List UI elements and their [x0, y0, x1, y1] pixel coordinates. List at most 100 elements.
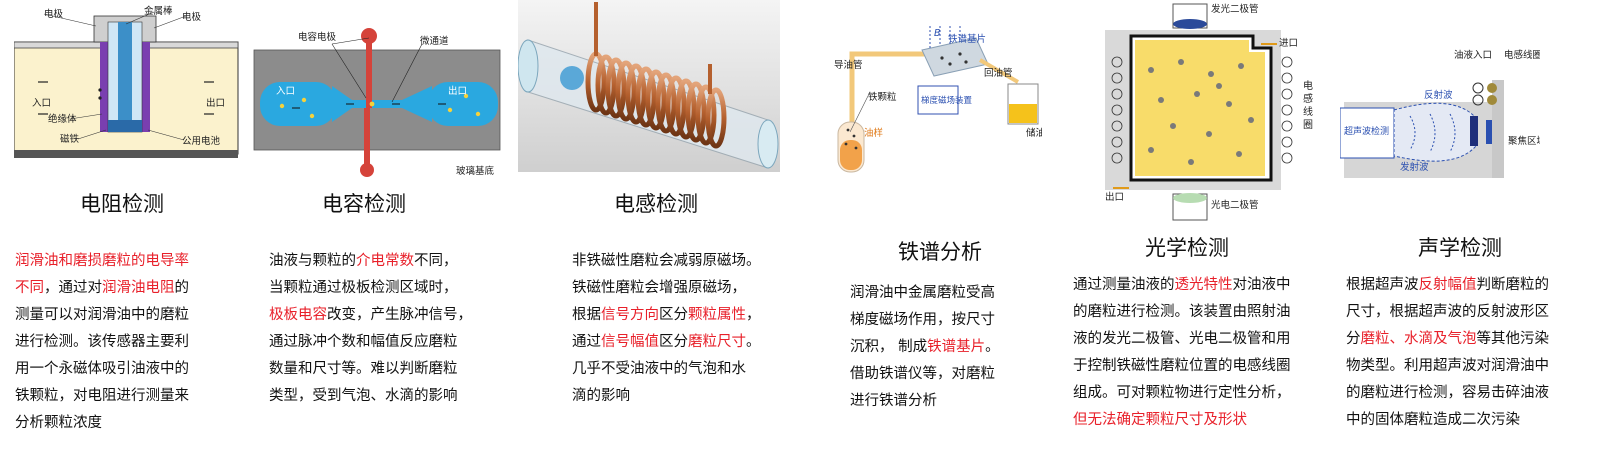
panel-title: 电感检测: [614, 192, 698, 216]
body-text: 当颗粒通过极板检测区域时，: [269, 280, 458, 296]
body-text: 滴的影响: [572, 388, 630, 404]
label-oil-guide-pipe: 导油管: [834, 59, 863, 71]
label-electrode-left: 电极: [44, 8, 64, 20]
body-text: 用一个永磁体吸引油液中的: [15, 361, 189, 377]
panel-title: 电容检测: [322, 192, 406, 216]
panel-description: 非铁磁性磨粒会减弱原磁场。 铁磁性磨粒会增强原磁场， 根据信号方向区分颗粒属性， 通过…: [572, 248, 761, 410]
inductance-coil-image: [518, 0, 780, 172]
description-line: 类型，受到气泡、水滴的影响: [269, 383, 472, 410]
description-line: 滴的影响: [572, 383, 761, 410]
panel-ferrography: 导油管 铁颗粒 油样 梯度磁场装置 铁谱基片 B 回油管 储油杯 铁谱分析 润滑…: [800, 0, 1042, 463]
label-b-field: B: [934, 28, 941, 39]
description-line: 物类型。利用超声波对润滑油中: [1346, 353, 1549, 380]
description-line: 通过脉冲个数和幅值反应磨粒: [269, 329, 472, 356]
body-text: 借助铁谱仪等，对磨粒: [850, 366, 995, 382]
description-line: 润滑油和磨损磨粒的电导率: [15, 248, 189, 275]
panel-description: 润滑油中金属磨粒受高 梯度磁场作用，按尺寸 沉积， 制成铁谱基片。 借助铁谱仪等，对磨…: [850, 280, 1000, 415]
body-text: 数量和尺寸等。难以判断磨粒: [269, 361, 458, 377]
description-line: 当颗粒通过极板检测区域时，: [269, 275, 472, 302]
inductor-coil-caption: 电感线圈: [1303, 81, 1313, 131]
body-text: 类型，受到气泡、水滴的影响: [269, 388, 458, 404]
body-text: 铁磁性磨粒会增强原磁场，: [572, 280, 746, 296]
label-electrode-right: 电极: [182, 11, 202, 23]
description-line: 非铁磁性磨粒会减弱原磁场。: [572, 248, 761, 275]
resistance-sensor-diagram: 电极 金属棒 电极 入口 出口 绝缘体 磁铁 公用电池: [14, 2, 239, 162]
description-line: 的磨粒进行检测。该装置由照射油: [1073, 299, 1291, 326]
description-line: 尺寸，根据超声波的反射波形区: [1346, 299, 1549, 326]
label-focus-zone: 聚焦区域: [1508, 135, 1540, 147]
label-oil-sample: 油样: [864, 127, 883, 139]
body-text: 进行铁谱分析: [850, 393, 937, 409]
description-line: 用一个永磁体吸引油液中的: [15, 356, 189, 383]
description-line: 沉积， 制成铁谱基片。: [850, 334, 1000, 361]
label-inlet: 入口: [276, 86, 295, 97]
description-line: 中的固体磨粒造成二次污染: [1346, 407, 1549, 434]
description-line: 铁磁性磨粒会增强原磁场，: [572, 275, 761, 302]
description-line: 根据信号方向区分颗粒属性，: [572, 302, 761, 329]
panel-acoustic: 油液入口 电感线圈 反射波 超声波检测 发射波 聚焦区域 声学检测 根据超声波反…: [1340, 0, 1612, 463]
body-text: 油液与颗粒的: [269, 253, 356, 269]
panel-title: 铁谱分析: [898, 240, 982, 264]
label-cap-electrode: 电容电极: [298, 31, 337, 43]
description-line: 通过信号幅值区分磨粒尺寸。: [572, 329, 761, 356]
body-text: 判断磨粒的: [1476, 277, 1550, 293]
optical-sensor-diagram: 发光二极管 进口 出口 光电二极管: [1101, 0, 1301, 224]
body-text: 根据: [572, 307, 601, 323]
panel-title: 光学检测: [1145, 236, 1229, 260]
description-line: 于控制铁磁性磨粒位置的电感线圈: [1073, 353, 1291, 380]
label-outlet: 出口: [1105, 191, 1124, 203]
description-line: 进行检测。该传感器主要利: [15, 329, 189, 356]
body-text: 通过测量油液的: [1073, 277, 1175, 293]
ferrography-diagram: 导油管 铁颗粒 油样 梯度磁场装置 铁谱基片 B 回油管 储油杯: [830, 24, 1042, 174]
body-text: 区分: [659, 307, 688, 323]
description-line: 不同，通过对润滑油电阻的: [15, 275, 189, 302]
description-line: 但无法确定颗粒尺寸及形状: [1073, 407, 1291, 434]
description-line: 通过测量油液的透光特性对油液中: [1073, 272, 1291, 299]
panel-resistance: 电极 金属棒 电极 入口 出口 绝缘体 磁铁 公用电池 电阻检测 润滑油和磨损磨…: [0, 0, 250, 463]
highlight-text: 透光特性: [1174, 277, 1233, 293]
body-text: 的: [174, 280, 190, 296]
label-inlet: 进口: [1279, 38, 1298, 49]
highlight-text: 磨粒尺寸: [688, 334, 746, 350]
body-text: 通过: [572, 334, 601, 350]
body-text: 物类型。利用超声波对润滑油中: [1346, 358, 1549, 374]
body-text: 非铁磁性磨粒会减弱原磁场。: [572, 253, 761, 269]
label-inductor-coil: 电感线圈: [1504, 49, 1540, 61]
description-line: 分磨粒、水滴及气泡等其他污染: [1346, 326, 1549, 353]
description-line: 数量和尺寸等。难以判断磨粒: [269, 356, 472, 383]
body-text: 区分: [659, 334, 688, 350]
body-text: 测量可以对润滑油中的磨粒: [15, 307, 189, 323]
body-text: 。: [746, 334, 761, 350]
highlight-text: 不同: [15, 280, 44, 296]
description-line: 梯度磁场作用，按尺寸: [850, 307, 1000, 334]
description-line: 铁颗粒，对电阻进行测量来: [15, 383, 189, 410]
highlight-text: 但无法确定颗粒尺寸及形状: [1073, 412, 1247, 428]
highlight-text: 极板电容: [269, 307, 327, 323]
label-outlet: 出口: [206, 97, 225, 109]
label-oil-cup: 储油杯: [1026, 127, 1042, 139]
body-text: 根据超声波: [1346, 277, 1419, 293]
body-text: 的磨粒进行检测。该装置由照射油: [1073, 304, 1291, 320]
label-inlet: 入口: [32, 98, 51, 109]
body-text: ，通过对: [44, 280, 102, 296]
label-ferrogram-substrate: 铁谱基片: [948, 33, 986, 45]
highlight-text: 反射幅值: [1418, 277, 1477, 293]
label-ultrasonic: 超声波检测: [1344, 125, 1389, 137]
description-line: 组成。可对颗粒物进行定性分析，: [1073, 380, 1291, 407]
body-text: 通过脉冲个数和幅值反应磨粒: [269, 334, 458, 350]
label-emitted-wave: 发射波: [1400, 161, 1429, 173]
highlight-text: 介电常数: [356, 253, 414, 269]
description-line: 进行铁谱分析: [850, 388, 1000, 415]
description-line: 几乎不受油液中的气泡和水: [572, 356, 761, 383]
panel-optical: 发光二极管 进口 出口 光电二极管 电感线圈 光学检测 通过测量油液的透光特性对…: [1065, 0, 1335, 463]
description-line: 分析颗粒浓度: [15, 410, 189, 437]
label-insulator: 绝缘体: [48, 113, 77, 125]
body-text: 于控制铁磁性磨粒位置的电感线圈: [1073, 358, 1291, 374]
label-photodiode: 光电二极管: [1211, 199, 1259, 211]
label-magnet: 磁铁: [60, 133, 80, 145]
description-line: 极板电容改变，产生脉冲信号，: [269, 302, 472, 329]
highlight-text: 信号方向: [601, 307, 659, 323]
label-outlet: 出口: [448, 85, 467, 97]
label-light-diode: 发光二极管: [1211, 3, 1259, 15]
label-gradient-magnet: 梯度磁场装置: [921, 95, 973, 106]
